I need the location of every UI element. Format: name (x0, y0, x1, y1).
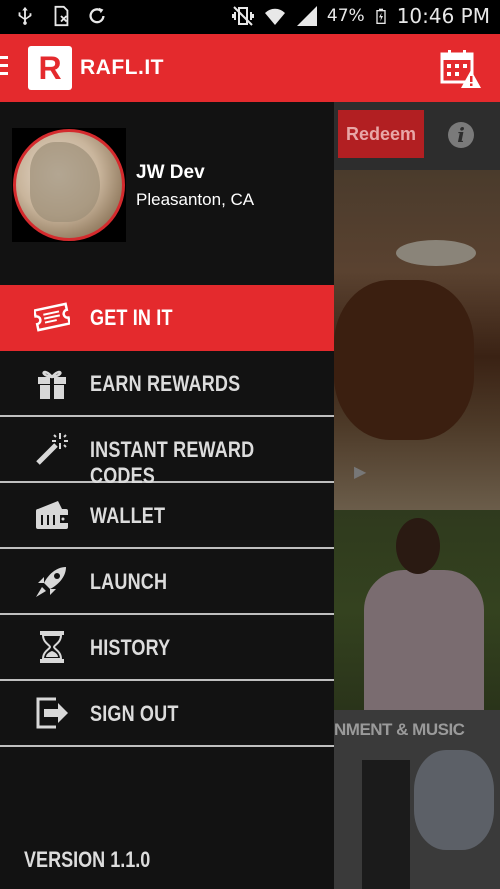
menu-item-history[interactable]: HISTORY (0, 615, 334, 681)
redeem-bar: Redeem i (334, 102, 500, 170)
signal-icon (296, 6, 317, 26)
redeem-button[interactable]: Redeem (338, 110, 424, 158)
battery-icon (376, 8, 386, 24)
sim-icon (54, 5, 69, 27)
app-logo[interactable]: R (28, 46, 72, 90)
menu-icon[interactable] (0, 56, 8, 80)
wallet-icon (34, 497, 70, 533)
menu-item-wallet[interactable]: WALLET (0, 483, 334, 549)
ticket-icon (32, 299, 72, 335)
battery-percent: 47% (326, 6, 365, 26)
menu-item-get-in-it[interactable]: GET IN IT (0, 285, 334, 351)
clock: 10:46 PM (396, 4, 490, 28)
info-icon[interactable]: i (448, 122, 474, 148)
main-content-background: Redeem i ▶ NMENT & MUSIC (334, 102, 500, 889)
gift-icon (34, 365, 70, 401)
menu-item-instant-reward-codes[interactable]: INSTANT REWARD CODES (0, 417, 334, 488)
sign-out-icon (34, 695, 70, 731)
calendar-alert-icon[interactable] (440, 48, 482, 90)
app-title: RAFL.IT (80, 56, 164, 79)
app-version: VERSION 1.1.0 (24, 847, 151, 872)
avatar[interactable] (12, 128, 126, 242)
user-location: Pleasanton, CA (136, 190, 255, 209)
menu-item-label: EARN REWARDS (90, 371, 241, 396)
menu-item-launch[interactable]: LAUNCH (0, 549, 334, 615)
status-bar: 47% 10:46 PM (0, 0, 500, 34)
food-card-image[interactable]: ▶ (334, 170, 500, 510)
sync-icon (89, 7, 105, 24)
rocket-icon (34, 563, 70, 599)
menu-item-earn-rewards[interactable]: EARN REWARDS (0, 351, 334, 417)
menu-item-label: GET IN IT (90, 305, 173, 330)
magic-wand-icon (34, 431, 70, 467)
navigation-drawer: JW Dev Pleasanton, CA GET IN IT EARN REW… (0, 102, 334, 889)
play-arrow-icon: ▶ (354, 464, 367, 481)
drawer-menu: GET IN IT EARN REWARDS INSTANT REWARD CO… (0, 285, 334, 747)
hourglass-icon (34, 629, 70, 665)
app-bar: R RAFL.IT (0, 34, 500, 102)
wifi-icon (264, 8, 285, 25)
music-section-label: NMENT & MUSIC (334, 720, 465, 739)
menu-item-label: INSTANT REWARD CODES (90, 437, 255, 488)
menu-item-label: WALLET (90, 503, 166, 528)
menu-item-sign-out[interactable]: SIGN OUT (0, 681, 334, 747)
menu-item-label: HISTORY (90, 635, 171, 660)
vibrate-icon (231, 6, 254, 26)
user-name: JW Dev (136, 162, 205, 183)
apparel-card-image[interactable] (334, 510, 500, 710)
usb-icon (18, 6, 32, 25)
menu-item-label: LAUNCH (90, 569, 168, 594)
menu-item-label: SIGN OUT (90, 701, 179, 726)
music-card-image[interactable]: NMENT & MUSIC (334, 710, 500, 889)
